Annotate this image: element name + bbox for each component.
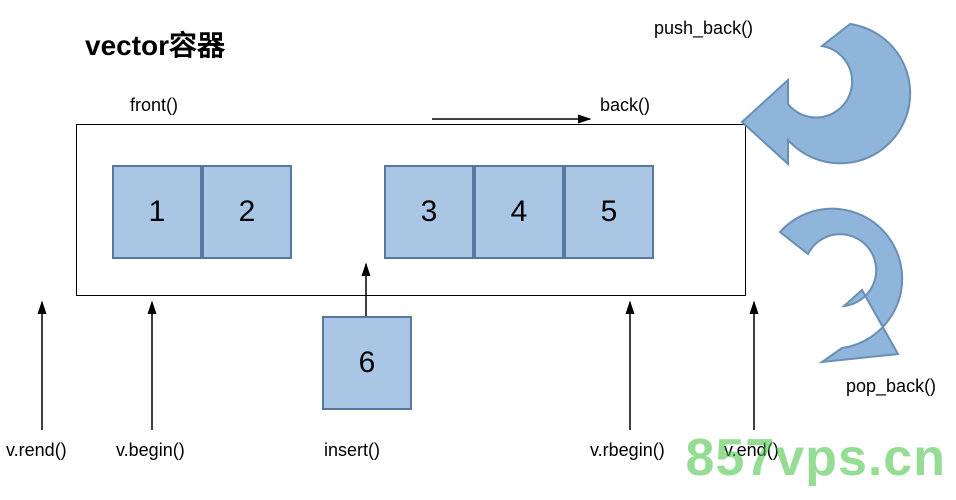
insert-cell: 6 [322,316,412,410]
label-insert: insert() [324,440,380,461]
label-front: front() [130,95,178,116]
vector-cell-3: 3 [384,165,474,259]
label-pop-back: pop_back() [846,376,936,397]
vector-cell-4: 4 [474,165,564,259]
watermark-text: 857vps.cn [686,428,947,488]
label-push-back: push_back() [654,18,753,39]
vector-cell-1: 1 [112,165,202,259]
pop-back-arrow-icon [780,209,902,362]
label-rend: v.rend() [6,440,67,461]
vector-cell-2: 2 [202,165,292,259]
page-title: vector容器 [85,24,225,64]
label-rbegin: v.rbegin() [590,440,665,461]
vector-cell-5: 5 [564,165,654,259]
push-back-arrow-icon [742,24,910,164]
label-back: back() [600,95,650,116]
label-begin: v.begin() [116,440,185,461]
